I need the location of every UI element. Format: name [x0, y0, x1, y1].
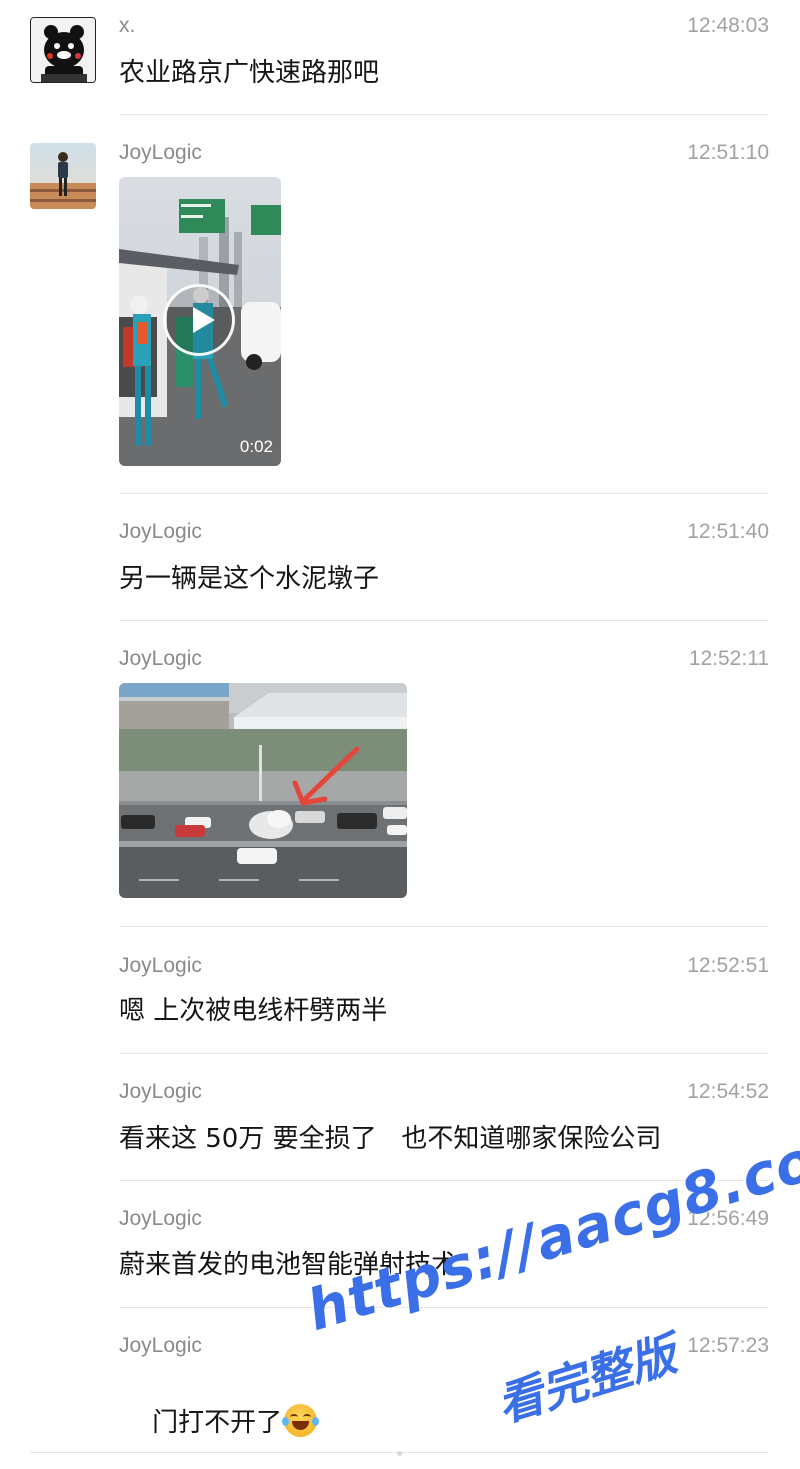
- accident-photo: [119, 683, 407, 898]
- sender-avatar[interactable]: [30, 17, 96, 83]
- sender-name: JoyLogic: [119, 954, 202, 977]
- kumamon-avatar-icon: [31, 18, 95, 82]
- play-icon[interactable]: [163, 284, 235, 356]
- message-divider: [119, 926, 769, 927]
- message-time: 12:52:51: [687, 954, 769, 977]
- sender-name: JoyLogic: [119, 141, 202, 164]
- video-duration: 0:02: [239, 437, 273, 456]
- video-message[interactable]: 0:02: [119, 177, 281, 466]
- sender-name: JoyLogic: [119, 1334, 202, 1357]
- scroll-indicator: [397, 1451, 402, 1456]
- message-divider: [119, 114, 769, 115]
- watermark-caption: 看完整版: [490, 1326, 683, 1433]
- image-message[interactable]: [119, 683, 407, 898]
- message-time: 12:54:52: [687, 1080, 769, 1103]
- sender-name: JoyLogic: [119, 1080, 202, 1103]
- message-divider: [119, 1307, 769, 1308]
- tears-of-joy-icon: [282, 1404, 320, 1437]
- message-time: 12:52:11: [688, 647, 769, 670]
- message-text[interactable]: 农业路京广快速路那吧: [119, 52, 379, 89]
- message-time: 12:57:23: [687, 1334, 769, 1357]
- message-time: 12:51:10: [687, 141, 769, 164]
- message-divider: [119, 620, 769, 621]
- message-text[interactable]: 看来这 50万 要全损了 也不知道哪家保险公司: [119, 1118, 661, 1155]
- message-text-with-emoji[interactable]: 门打不开了: [119, 1372, 320, 1469]
- message-divider: [119, 1053, 769, 1054]
- sender-name: JoyLogic: [119, 1207, 202, 1230]
- message-text[interactable]: 另一辆是这个水泥墩子: [119, 558, 379, 595]
- person-avatar-icon: [30, 143, 96, 209]
- message-time: 12:48:03: [687, 14, 769, 37]
- sender-name: JoyLogic: [119, 520, 202, 543]
- message-divider: [119, 493, 769, 494]
- message-text[interactable]: 嗯 上次被电线杆劈两半: [119, 990, 387, 1027]
- sender-avatar[interactable]: [30, 143, 96, 209]
- sender-name: x.: [119, 14, 136, 37]
- message-text: 门打不开了: [152, 1408, 283, 1438]
- message-time: 12:51:40: [687, 520, 769, 543]
- sender-name: JoyLogic: [119, 647, 202, 670]
